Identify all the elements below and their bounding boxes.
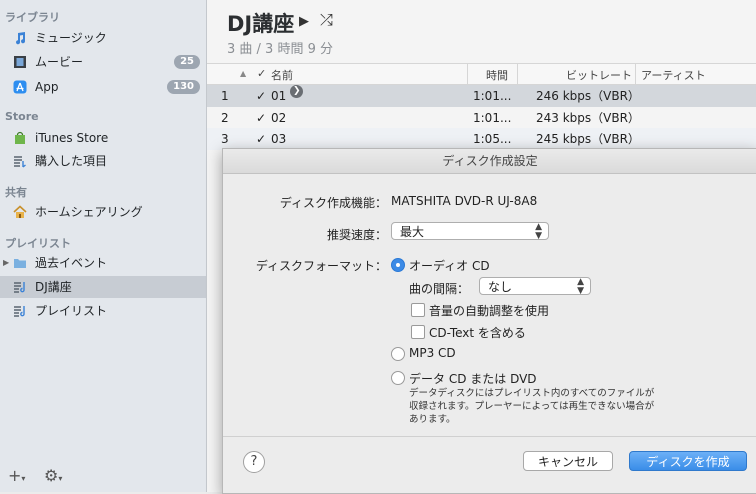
sidebar-item-purchased[interactable]: 購入した項目: [0, 150, 206, 172]
sidebar-item-label: ミュージック: [35, 31, 107, 45]
data-disc-note-line3: あります。: [409, 414, 456, 425]
format-label: ディスクフォーマット：: [255, 259, 387, 273]
mp3-cd-radio[interactable]: [391, 347, 405, 361]
row-number: 3: [221, 132, 229, 146]
playlist-icon: [14, 282, 25, 293]
sidebar-item-label: iTunes Store: [35, 131, 109, 145]
app-store-icon: [13, 80, 27, 94]
updown-chevron-icon: ▲ ▼: [535, 222, 542, 241]
store-header: Store: [5, 110, 39, 123]
sidebar-item-label: ムービー: [35, 55, 84, 69]
audio-cd-radio[interactable]: [391, 258, 405, 272]
row-number: 1: [221, 89, 229, 103]
store-bag-icon: [15, 131, 25, 144]
data-disc-label: データ CD または DVD: [409, 372, 537, 386]
gap-select-value: なし: [488, 280, 513, 294]
playlist-icon: [14, 306, 25, 317]
sort-ascending-icon[interactable]: ▲: [240, 69, 246, 78]
table-row[interactable]: 2 ✓ 02 1:01... 243 kbps（VBR）: [207, 107, 756, 129]
home-icon: [13, 205, 27, 218]
sidebar: ライブラリ ミュージック ムービー 25 App 130 Store iTune…: [0, 0, 207, 492]
sidebar-item-label: App: [35, 80, 59, 94]
sidebar-item-music[interactable]: ミュージック: [0, 27, 206, 49]
sidebar-item-playlist[interactable]: プレイリスト: [0, 300, 206, 322]
row-name: 02: [271, 111, 287, 125]
row-name: 01 ❯: [271, 85, 304, 107]
gap-select[interactable]: なし ▲ ▼: [479, 277, 591, 296]
audio-cd-label: オーディオ CD: [409, 259, 490, 273]
column-header-bitrate[interactable]: ビットレート: [566, 67, 632, 83]
help-button[interactable]: ?: [243, 451, 265, 473]
shuffle-icon[interactable]: ⤮: [320, 10, 333, 30]
column-header-time[interactable]: 時間: [486, 67, 508, 83]
data-disc-radio[interactable]: [391, 371, 405, 385]
row-time: 1:05...: [473, 132, 512, 146]
add-plus-icon[interactable]: +▾: [8, 466, 32, 486]
sidebar-toolbar: +▾ ⚙▾: [0, 460, 206, 492]
count-badge: 25: [174, 55, 200, 69]
speed-select[interactable]: 最大 ▲ ▼: [391, 222, 549, 241]
gear-icon[interactable]: ⚙▾: [44, 466, 68, 486]
sound-check-checkbox[interactable]: [411, 303, 425, 317]
burn-disc-button[interactable]: ディスクを作成: [629, 451, 747, 471]
sidebar-item-home-sharing[interactable]: ホームシェアリング: [0, 201, 206, 223]
sidebar-item-apps[interactable]: App 130: [0, 76, 206, 98]
purchased-list-icon: [14, 156, 26, 168]
drive-value: MATSHITA DVD-R UJ-8A8: [391, 194, 538, 208]
speed-label: 推奨速度：: [326, 228, 387, 242]
table-row[interactable]: 3 ✓ 03 1:05... 245 kbps（VBR）: [207, 128, 756, 150]
divider: [223, 436, 756, 437]
page-title: DJ講座: [227, 12, 295, 36]
dialog-title: ディスク作成設定: [223, 149, 756, 174]
shared-header: 共有: [5, 186, 27, 199]
drive-label: ディスク作成機能：: [279, 196, 387, 210]
library-header: ライブラリ: [5, 11, 60, 24]
row-time: 1:01...: [473, 111, 512, 125]
column-header-check[interactable]: ✓: [257, 67, 266, 80]
table-row[interactable]: 1 ✓ 01 ❯ 1:01... 246 kbps（VBR）: [207, 85, 756, 107]
row-checkbox[interactable]: ✓: [256, 128, 266, 150]
mp3-cd-label: MP3 CD: [409, 346, 456, 360]
row-bitrate: 243 kbps（VBR）: [536, 111, 640, 125]
burn-settings-dialog: ディスク作成設定 ディスク作成機能： MATSHITA DVD-R UJ-8A8…: [222, 148, 756, 494]
playlists-header: プレイリスト: [5, 237, 71, 250]
sidebar-item-dj-course[interactable]: DJ講座: [0, 276, 206, 298]
disclosure-triangle-icon[interactable]: ▶: [3, 252, 9, 274]
sidebar-item-label: DJ講座: [35, 280, 72, 294]
music-note-icon: [16, 32, 26, 45]
cd-text-checkbox[interactable]: [411, 325, 425, 339]
sound-check-label: 音量の自動調整を使用: [429, 304, 550, 318]
sidebar-item-movies[interactable]: ムービー 25: [0, 51, 206, 73]
folder-icon: [14, 259, 26, 268]
data-disc-note-line1: データディスクにはプレイリスト内のすべてのファイルが: [409, 388, 655, 399]
row-number: 2: [221, 111, 229, 125]
column-header-artist[interactable]: アーティスト: [641, 67, 706, 83]
row-bitrate: 245 kbps（VBR）: [536, 132, 640, 146]
sidebar-item-label: ホームシェアリング: [35, 205, 143, 219]
row-checkbox[interactable]: ✓: [256, 107, 266, 129]
go-arrow-icon[interactable]: ❯: [290, 85, 304, 98]
sidebar-item-past-events[interactable]: ▶ 過去イベント: [0, 252, 206, 274]
playlist-summary: 3 曲 / 3 時間 9 分: [227, 42, 333, 57]
play-icon[interactable]: ▶: [299, 14, 309, 29]
cancel-button[interactable]: キャンセル: [523, 451, 613, 471]
film-icon: [14, 56, 26, 68]
sidebar-item-label: 過去イベント: [35, 256, 108, 270]
data-disc-note-line2: 収録されます。プレーヤーによっては再生できない場合が: [409, 401, 655, 412]
speed-select-value: 最大: [400, 225, 425, 239]
sidebar-item-label: 購入した項目: [35, 154, 108, 168]
gap-label: 曲の間隔：: [409, 282, 470, 296]
row-time: 1:01...: [473, 89, 512, 103]
sidebar-item-itunes-store[interactable]: iTunes Store: [0, 127, 206, 149]
count-badge: 130: [167, 80, 200, 94]
row-checkbox[interactable]: ✓: [256, 85, 266, 107]
column-header-name[interactable]: 名前: [271, 67, 293, 83]
updown-chevron-icon: ▲ ▼: [577, 277, 584, 296]
sidebar-item-label: プレイリスト: [35, 304, 108, 318]
row-bitrate: 246 kbps（VBR）: [536, 89, 640, 103]
row-name: 03: [271, 132, 287, 146]
cd-text-label: CD-Text を含める: [429, 326, 526, 340]
table-header: ▲ ✓ 名前 時間 ビットレート アーティスト: [207, 63, 756, 85]
